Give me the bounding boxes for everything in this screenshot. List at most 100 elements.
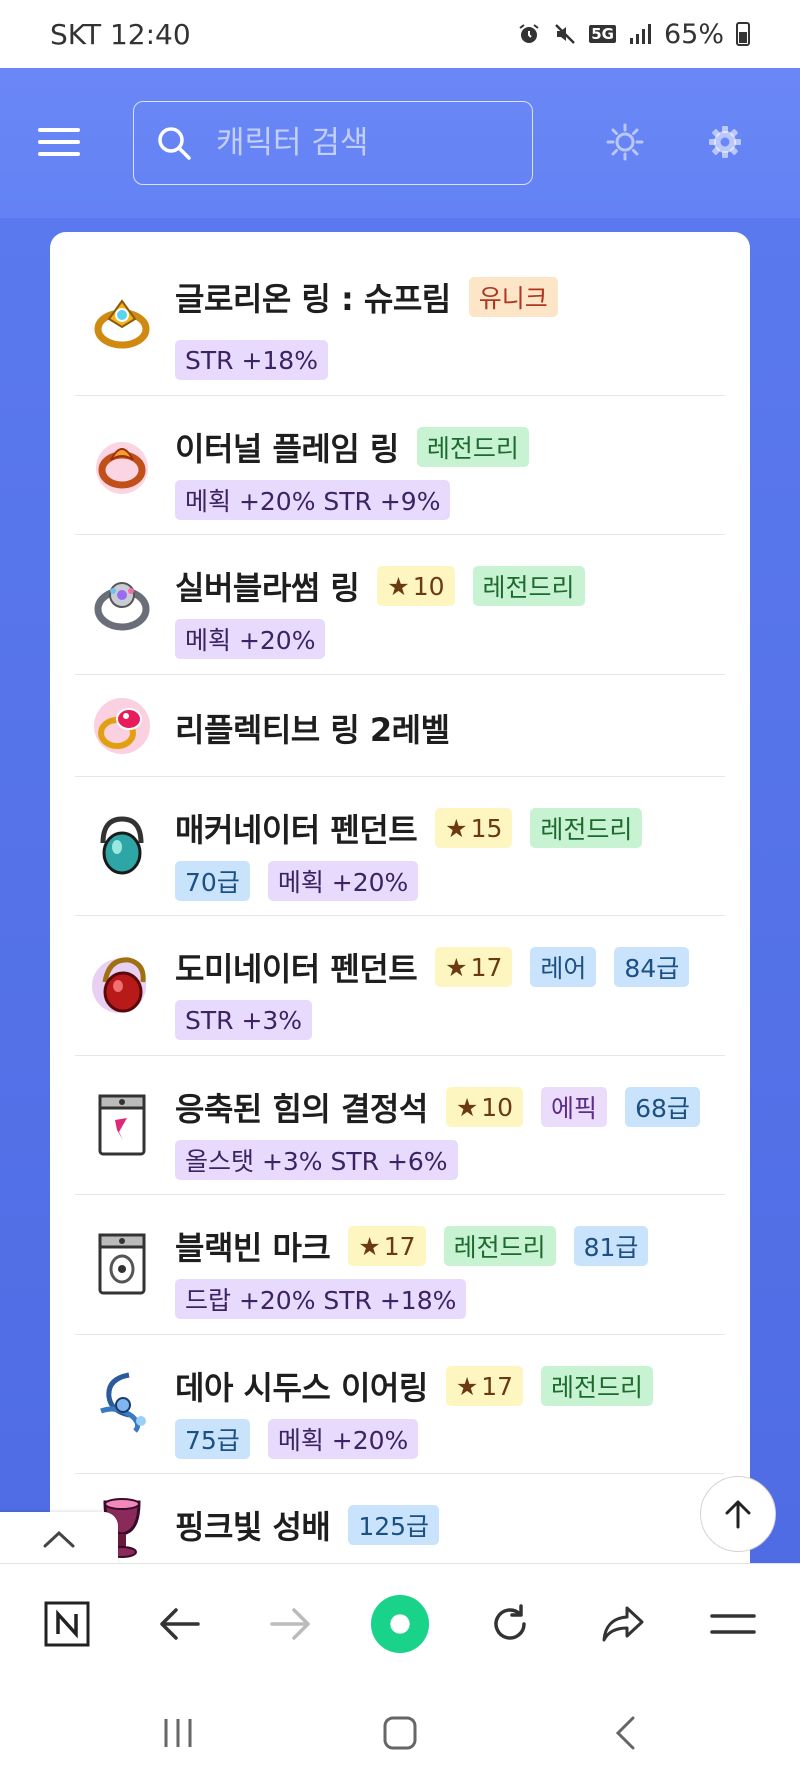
star-badge: ★ 15 [435, 808, 513, 848]
settings-button[interactable] [703, 120, 747, 164]
list-item[interactable]: 글로리온 링 : 슈프림 유니크 STR +18% [75, 232, 725, 396]
mute-icon [555, 24, 576, 44]
stat-badge: 메획 +20% [267, 1419, 419, 1459]
search-icon [158, 127, 191, 160]
level-badge: 125급 [348, 1505, 440, 1545]
list-item[interactable]: 데아 시두스 이어링 ★ 17 레전드리 75급 메획 +20% [75, 1335, 725, 1474]
back-icon [615, 1716, 635, 1750]
list-item[interactable]: 매커네이터 펜던트 ★ 15 레전드리 70급 메획 +20% [75, 777, 725, 916]
list-item[interactable]: 이터널 플레임 링 레전드리 메획 +20% STR +9% [75, 396, 725, 535]
level-badge: 81급 [573, 1226, 649, 1266]
browser-menu-button[interactable] [703, 1594, 763, 1654]
star-count: 15 [470, 813, 503, 843]
star-count: 17 [481, 1371, 514, 1401]
star-badge: ★ 17 [435, 947, 513, 987]
stat-badge: 메획 +20% [267, 861, 419, 901]
star-badge: ★ 10 [445, 1087, 524, 1127]
list-item[interactable]: 도미네이터 펜던트 ★ 17 레어 84급 STR +3% [75, 916, 725, 1056]
system-back-button[interactable] [595, 1703, 655, 1763]
refresh-button[interactable] [480, 1594, 540, 1654]
recent-apps-button[interactable] [148, 1703, 208, 1763]
carrier-time: SKT 12:40 [50, 17, 191, 51]
ring-icon [94, 582, 150, 631]
naver-home-icon [44, 1601, 90, 1647]
star-icon: ★ [358, 1231, 381, 1261]
forward-button[interactable] [260, 1594, 320, 1654]
badge-mark-icon [98, 1233, 146, 1295]
item-name: 실버블라썸 링 [175, 569, 360, 607]
naver-home-button[interactable] [37, 1594, 97, 1654]
share-button[interactable] [593, 1594, 653, 1654]
stat-badge: 메획 +20% [175, 619, 326, 659]
item-name: 핑크빛 성배 [175, 1508, 331, 1546]
grade-badge: 유니크 [468, 277, 558, 317]
share-icon [602, 1606, 644, 1642]
toolbar-collapse-tab[interactable] [0, 1512, 118, 1566]
item-name: 이터널 플레임 링 [175, 430, 399, 468]
star-badge: ★ 17 [445, 1366, 524, 1406]
back-button[interactable] [150, 1594, 210, 1654]
level-badge: 84급 [614, 947, 690, 987]
item-name: 글로리온 링 : 슈프림 [175, 280, 451, 318]
home-button[interactable] [370, 1703, 430, 1763]
list-item[interactable]: 블랙빈 마크 ★ 17 레전드리 81급 드랍 +20% STR +18% [75, 1195, 725, 1335]
grade-badge: 레어 [530, 947, 597, 987]
list-item[interactable]: 응축된 힘의 결정석 ★ 10 에픽 68급 올스탯 +3% STR +6% [75, 1056, 725, 1195]
search-input[interactable] [216, 125, 516, 161]
earring-icon [100, 1372, 146, 1433]
forward-arrow-icon [270, 1608, 310, 1640]
stat-badge: 드랍 +20% STR +18% [175, 1279, 467, 1319]
item-name: 리플렉티브 링 2레벨 [175, 711, 450, 749]
browser-toolbar [0, 1563, 800, 1683]
star-icon: ★ [455, 1371, 479, 1401]
stat-badge: STR +18% [175, 340, 328, 380]
battery-icon [736, 22, 750, 46]
item-name: 매커네이터 펜던트 [175, 811, 418, 849]
star-icon: ★ [445, 952, 468, 982]
search-box[interactable] [133, 101, 533, 185]
star-badge: ★ 17 [348, 1226, 426, 1266]
star-count: 10 [412, 571, 445, 601]
stat-badge: 메획 +20% STR +9% [175, 480, 451, 520]
app-header [0, 68, 800, 218]
signal-icon [629, 24, 651, 44]
arrow-up-icon [725, 1500, 751, 1529]
green-circle-icon [370, 1594, 430, 1654]
star-badge: ★ 10 [377, 566, 455, 606]
ring-icon [94, 299, 150, 349]
refresh-icon [494, 1604, 526, 1640]
alarm-icon [519, 24, 539, 43]
ring-icon [94, 698, 150, 754]
stat-badge: 올스탯 +3% STR +6% [175, 1140, 458, 1180]
grade-badge: 레전드리 [541, 1366, 654, 1406]
item-name: 도미네이터 펜던트 [175, 950, 418, 988]
back-arrow-icon [160, 1608, 200, 1640]
menu-lines-icon [710, 1614, 756, 1634]
list-item[interactable]: 리플렉티브 링 2레벨 [75, 675, 725, 777]
home-icon [383, 1716, 417, 1750]
level-badge: 75급 [175, 1419, 250, 1459]
green-dot-button[interactable] [370, 1594, 430, 1654]
pendant-icon [100, 816, 144, 875]
scroll-to-top-button[interactable] [700, 1476, 776, 1552]
level-badge: 68급 [625, 1087, 700, 1127]
menu-button[interactable] [38, 128, 80, 156]
ring-icon [96, 442, 148, 494]
grade-badge: 레전드리 [416, 427, 529, 467]
battery-percent: 65% [663, 18, 724, 50]
gear-icon [709, 126, 741, 158]
theme-toggle-button[interactable] [603, 120, 647, 164]
chevron-up-icon [43, 1530, 75, 1548]
item-name: 블랙빈 마크 [175, 1229, 331, 1267]
system-navigation-bar [0, 1683, 800, 1778]
grade-badge: 레전드리 [530, 808, 643, 848]
crystal-icon [98, 1094, 146, 1156]
list-item[interactable]: 핑크빛 성배 125급 [75, 1474, 725, 1563]
status-bar: SKT 12:40 5G 65% [0, 0, 800, 68]
sun-icon [606, 123, 644, 161]
network-type: 5G [589, 25, 616, 43]
equipment-list-card: 글로리온 링 : 슈프림 유니크 STR +18% 이터널 플레임 링 레전드리… [50, 232, 750, 1563]
star-count: 17 [383, 1231, 416, 1261]
item-name: 데아 시두스 이어링 [175, 1369, 428, 1407]
list-item[interactable]: 실버블라썸 링 ★ 10 레전드리 메획 +20% [75, 535, 725, 675]
